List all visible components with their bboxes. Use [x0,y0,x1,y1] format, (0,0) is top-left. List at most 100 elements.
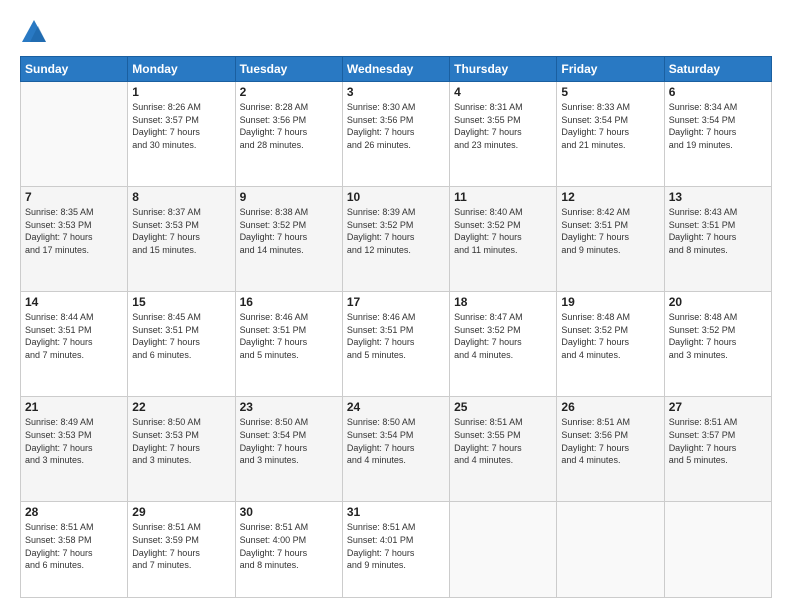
day-number: 3 [347,85,445,99]
day-info: Sunrise: 8:48 AMSunset: 3:52 PMDaylight:… [669,311,767,361]
day-info: Sunrise: 8:37 AMSunset: 3:53 PMDaylight:… [132,206,230,256]
calendar-cell: 19Sunrise: 8:48 AMSunset: 3:52 PMDayligh… [557,292,664,397]
day-number: 13 [669,190,767,204]
day-number: 12 [561,190,659,204]
day-number: 8 [132,190,230,204]
calendar-cell: 27 Sunrise: 8:51 AMSunset: 3:57 PMDayligh… [664,397,771,502]
calendar-cell: 10 Sunrise: 8:39 AMSunset: 3:52 PMDayligh… [342,187,449,292]
day-number: 30 [240,505,338,519]
day-info: Sunrise: 8:50 AMSunset: 3:54 PMDaylight:… [240,416,338,466]
day-info: Sunrise: 8:33 AMSunset: 3:54 PMDaylight:… [561,101,659,151]
calendar-cell: 13 Sunrise: 8:43 AMSunset: 3:51 PMDayligh… [664,187,771,292]
day-info: Sunrise: 8:28 AMSunset: 3:56 PMDaylight:… [240,101,338,151]
day-number: 5 [561,85,659,99]
day-info: Sunrise: 8:26 AMSunset: 3:57 PMDaylight:… [132,101,230,151]
calendar-cell: 25 Sunrise: 8:51 AMSunset: 3:55 PMDayligh… [450,397,557,502]
day-info: Sunrise: 8:51 AMSunset: 3:59 PMDaylight:… [132,521,230,571]
day-info: Sunrise: 8:35 AMSunset: 3:53 PMDaylight:… [25,206,123,256]
calendar-cell: 3 Sunrise: 8:30 AMSunset: 3:56 PMDaylight… [342,82,449,187]
calendar-cell: 18 Sunrise: 8:47 AMSunset: 3:52 PMDayligh… [450,292,557,397]
calendar-cell [557,502,664,598]
day-info: Sunrise: 8:51 AMSunset: 4:00 PMDaylight:… [240,521,338,571]
calendar-cell: 31Sunrise: 8:51 AMSunset: 4:01 PMDayligh… [342,502,449,598]
day-number: 18 [454,295,552,309]
day-info: Sunrise: 8:46 AMSunset: 3:51 PMDaylight:… [347,311,445,361]
day-info: Sunrise: 8:51 AMSunset: 3:55 PMDaylight:… [454,416,552,466]
day-number: 9 [240,190,338,204]
weekday-header: Wednesday [342,57,449,82]
logo-icon [20,18,48,46]
calendar-cell: 11 Sunrise: 8:40 AMSunset: 3:52 PMDayligh… [450,187,557,292]
calendar-week-row: 1 Sunrise: 8:26 AMSunset: 3:57 PMDaylight… [21,82,772,187]
calendar-cell: 21 Sunrise: 8:49 AMSunset: 3:53 PMDayligh… [21,397,128,502]
calendar-cell: 14 Sunrise: 8:44 AMSunset: 3:51 PMDayligh… [21,292,128,397]
day-info: Sunrise: 8:50 AMSunset: 3:54 PMDaylight:… [347,416,445,466]
weekday-header-row: SundayMondayTuesdayWednesdayThursdayFrid… [21,57,772,82]
weekday-header: Friday [557,57,664,82]
calendar-cell: 9 Sunrise: 8:38 AMSunset: 3:52 PMDaylight… [235,187,342,292]
day-info: Sunrise: 8:50 AMSunset: 3:53 PMDaylight:… [132,416,230,466]
page: SundayMondayTuesdayWednesdayThursdayFrid… [0,0,792,612]
day-number: 25 [454,400,552,414]
day-number: 15 [132,295,230,309]
day-info: Sunrise: 8:51 AMSunset: 3:56 PMDaylight:… [561,416,659,466]
day-info: Sunrise: 8:49 AMSunset: 3:53 PMDaylight:… [25,416,123,466]
weekday-header: Sunday [21,57,128,82]
day-number: 1 [132,85,230,99]
calendar-cell: 12 Sunrise: 8:42 AMSunset: 3:51 PMDayligh… [557,187,664,292]
day-info: Sunrise: 8:42 AMSunset: 3:51 PMDaylight:… [561,206,659,256]
calendar-week-row: 7 Sunrise: 8:35 AMSunset: 3:53 PMDaylight… [21,187,772,292]
day-number: 7 [25,190,123,204]
day-number: 16 [240,295,338,309]
day-number: 6 [669,85,767,99]
day-number: 10 [347,190,445,204]
day-number: 17 [347,295,445,309]
day-info: Sunrise: 8:39 AMSunset: 3:52 PMDaylight:… [347,206,445,256]
calendar-cell: 23 Sunrise: 8:50 AMSunset: 3:54 PMDayligh… [235,397,342,502]
day-number: 20 [669,295,767,309]
weekday-header: Monday [128,57,235,82]
day-number: 11 [454,190,552,204]
day-number: 29 [132,505,230,519]
day-info: Sunrise: 8:45 AMSunset: 3:51 PMDaylight:… [132,311,230,361]
day-info: Sunrise: 8:30 AMSunset: 3:56 PMDaylight:… [347,101,445,151]
day-number: 14 [25,295,123,309]
calendar-cell: 4 Sunrise: 8:31 AMSunset: 3:55 PMDaylight… [450,82,557,187]
day-info: Sunrise: 8:47 AMSunset: 3:52 PMDaylight:… [454,311,552,361]
calendar-week-row: 21 Sunrise: 8:49 AMSunset: 3:53 PMDayligh… [21,397,772,502]
calendar-cell: 24Sunrise: 8:50 AMSunset: 3:54 PMDayligh… [342,397,449,502]
day-info: Sunrise: 8:40 AMSunset: 3:52 PMDaylight:… [454,206,552,256]
calendar-cell: 30 Sunrise: 8:51 AMSunset: 4:00 PMDayligh… [235,502,342,598]
logo [20,18,52,46]
day-number: 2 [240,85,338,99]
day-info: Sunrise: 8:38 AMSunset: 3:52 PMDaylight:… [240,206,338,256]
calendar-cell: 8 Sunrise: 8:37 AMSunset: 3:53 PMDaylight… [128,187,235,292]
calendar-cell: 7 Sunrise: 8:35 AMSunset: 3:53 PMDaylight… [21,187,128,292]
day-number: 21 [25,400,123,414]
calendar-week-row: 28Sunrise: 8:51 AMSunset: 3:58 PMDayligh… [21,502,772,598]
weekday-header: Saturday [664,57,771,82]
day-info: Sunrise: 8:51 AMSunset: 3:58 PMDaylight:… [25,521,123,571]
weekday-header: Tuesday [235,57,342,82]
calendar-cell: 6Sunrise: 8:34 AMSunset: 3:54 PMDaylight… [664,82,771,187]
header [20,18,772,46]
day-info: Sunrise: 8:31 AMSunset: 3:55 PMDaylight:… [454,101,552,151]
calendar-cell [450,502,557,598]
day-number: 27 [669,400,767,414]
day-number: 31 [347,505,445,519]
calendar-cell: 1 Sunrise: 8:26 AMSunset: 3:57 PMDaylight… [128,82,235,187]
day-info: Sunrise: 8:51 AMSunset: 3:57 PMDaylight:… [669,416,767,466]
day-number: 26 [561,400,659,414]
calendar-cell: 26 Sunrise: 8:51 AMSunset: 3:56 PMDayligh… [557,397,664,502]
day-info: Sunrise: 8:44 AMSunset: 3:51 PMDaylight:… [25,311,123,361]
calendar-cell: 16Sunrise: 8:46 AMSunset: 3:51 PMDayligh… [235,292,342,397]
calendar-cell: 20 Sunrise: 8:48 AMSunset: 3:52 PMDayligh… [664,292,771,397]
calendar-cell: 22Sunrise: 8:50 AMSunset: 3:53 PMDayligh… [128,397,235,502]
calendar-cell: 2 Sunrise: 8:28 AMSunset: 3:56 PMDaylight… [235,82,342,187]
calendar-cell: 29 Sunrise: 8:51 AMSunset: 3:59 PMDayligh… [128,502,235,598]
day-number: 23 [240,400,338,414]
day-number: 4 [454,85,552,99]
day-info: Sunrise: 8:43 AMSunset: 3:51 PMDaylight:… [669,206,767,256]
calendar-cell: 17 Sunrise: 8:46 AMSunset: 3:51 PMDayligh… [342,292,449,397]
calendar-cell: 5 Sunrise: 8:33 AMSunset: 3:54 PMDaylight… [557,82,664,187]
